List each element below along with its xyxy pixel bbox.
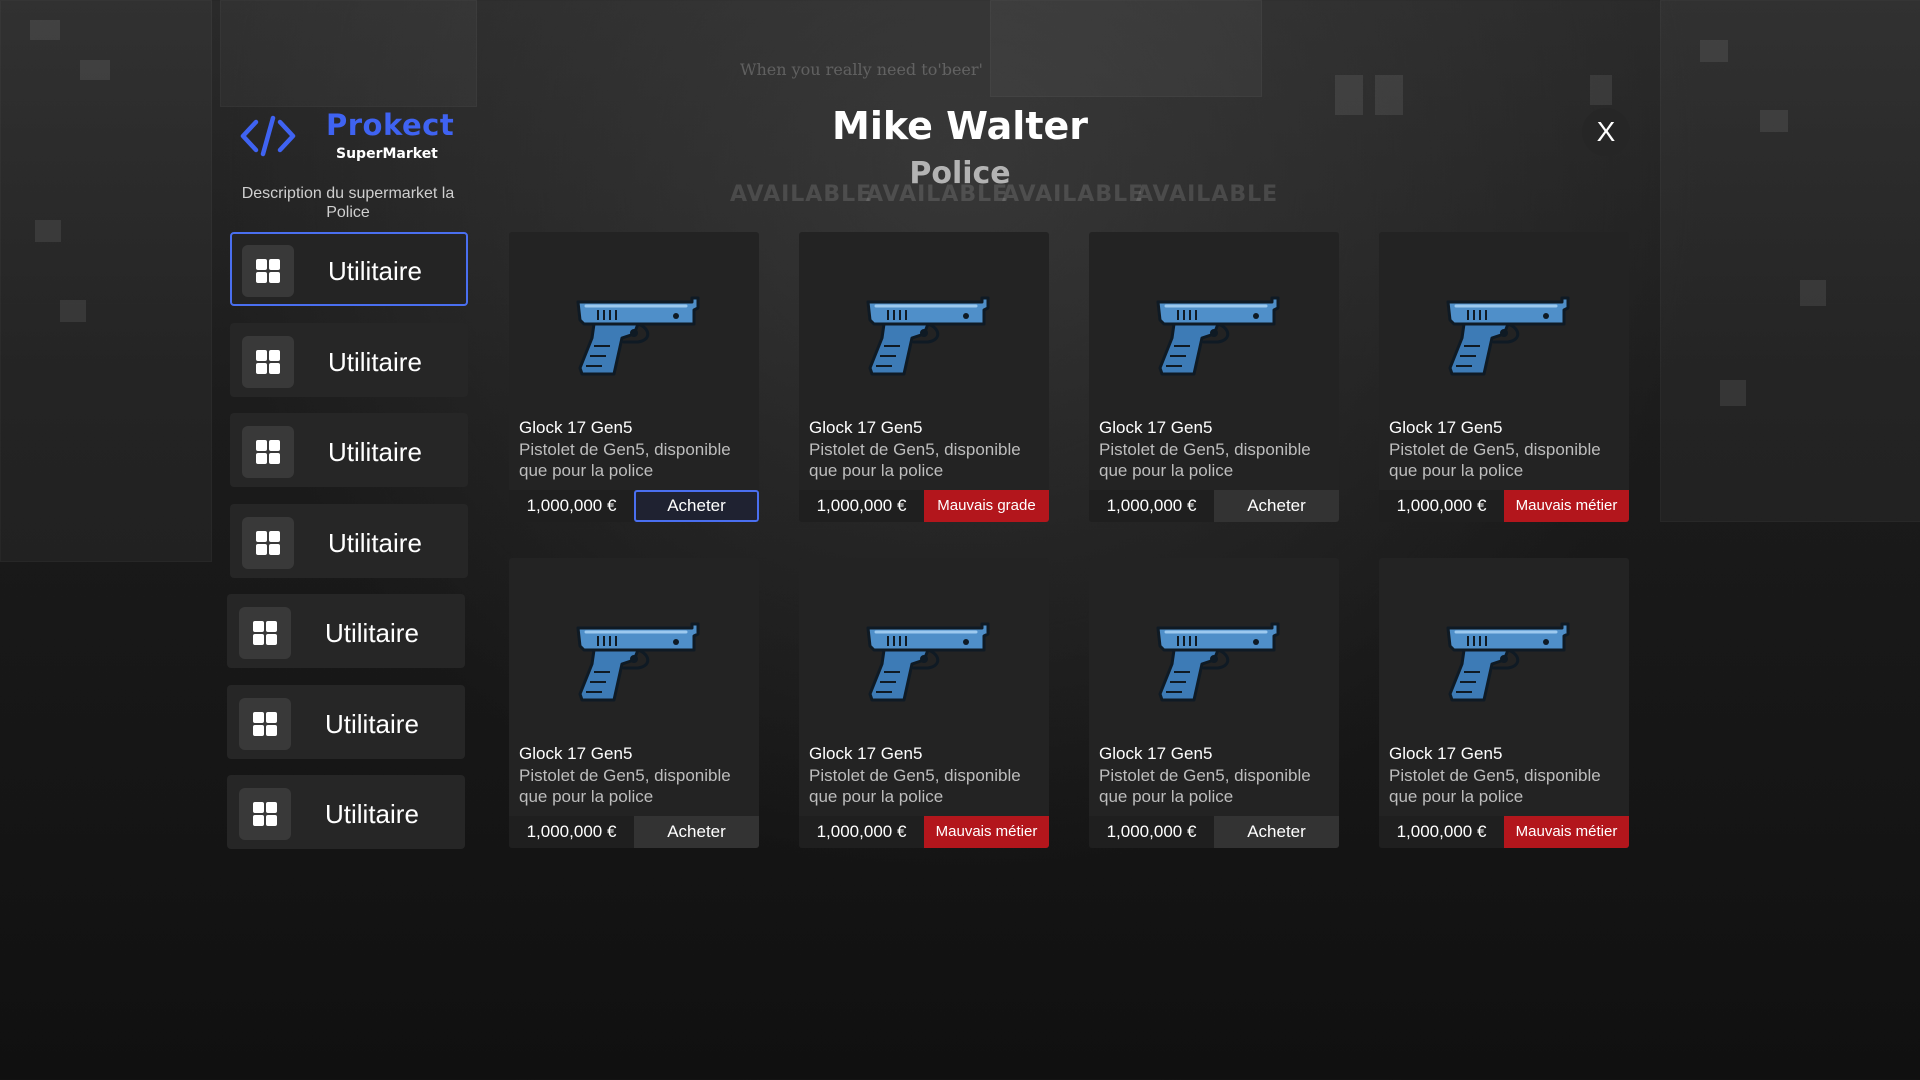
backdrop-tagline: When you really need to'beer' bbox=[740, 60, 983, 79]
product-price: 1,000,000 € bbox=[799, 490, 924, 522]
sidebar-item-utilitaire[interactable]: Utilitaire bbox=[227, 594, 465, 668]
player-name: Mike Walter bbox=[832, 104, 1088, 148]
sidebar-item-utilitaire[interactable]: Utilitaire bbox=[230, 232, 468, 306]
product-description: Pistolet de Gen5, disponible que pour la… bbox=[1389, 766, 1601, 806]
pistol-icon bbox=[1156, 296, 1280, 376]
product-card: Glock 17 Gen5 Pistolet de Gen5, disponibl… bbox=[1379, 558, 1629, 848]
product-title: Glock 17 Gen5 bbox=[519, 418, 633, 437]
product-footer: 1,000,000 € Acheter bbox=[1089, 816, 1339, 848]
product-card: Glock 17 Gen5 Pistolet de Gen5, disponibl… bbox=[509, 558, 759, 848]
pistol-icon bbox=[1446, 622, 1570, 702]
product-card: Glock 17 Gen5 Pistolet de Gen5, disponibl… bbox=[1379, 232, 1629, 522]
product-title: Glock 17 Gen5 bbox=[1099, 418, 1213, 437]
product-title: Glock 17 Gen5 bbox=[1389, 744, 1503, 763]
product-title: Glock 17 Gen5 bbox=[1099, 744, 1213, 763]
sidebar-item-utilitaire[interactable]: Utilitaire bbox=[230, 413, 468, 487]
buy-button[interactable]: Acheter bbox=[634, 490, 759, 522]
product-price: 1,000,000 € bbox=[509, 816, 634, 848]
sidebar-item-label: Utilitaire bbox=[328, 347, 422, 377]
sidebar-item-utilitaire[interactable]: Utilitaire bbox=[230, 323, 468, 397]
grid-icon bbox=[242, 245, 294, 297]
product-description: Pistolet de Gen5, disponible que pour la… bbox=[809, 766, 1021, 806]
sidebar-item-label: Utilitaire bbox=[328, 256, 422, 286]
sidebar-item-label: Utilitaire bbox=[325, 618, 419, 648]
brand-name: Prokect bbox=[326, 108, 455, 142]
sidebar-item-utilitaire[interactable]: Utilitaire bbox=[227, 775, 465, 849]
brand-logo: Prokect SuperMarket bbox=[240, 108, 454, 168]
grid-icon bbox=[242, 517, 294, 569]
brand-subtitle: SuperMarket bbox=[336, 146, 438, 162]
restriction-badge: Mauvais grade bbox=[924, 490, 1049, 522]
product-card: Glock 17 Gen5 Pistolet de Gen5, disponibl… bbox=[799, 558, 1049, 848]
product-description: Pistolet de Gen5, disponible que pour la… bbox=[1099, 440, 1311, 480]
product-price: 1,000,000 € bbox=[1089, 816, 1214, 848]
product-footer: 1,000,000 € Mauvais métier bbox=[1379, 816, 1629, 848]
product-title: Glock 17 Gen5 bbox=[519, 744, 633, 763]
product-description: Pistolet de Gen5, disponible que pour la… bbox=[1099, 766, 1311, 806]
product-footer: 1,000,000 € Mauvais métier bbox=[1379, 490, 1629, 522]
product-description: Pistolet de Gen5, disponible que pour la… bbox=[519, 766, 731, 806]
product-card: Glock 17 Gen5 Pistolet de Gen5, disponibl… bbox=[1089, 232, 1339, 522]
pistol-icon bbox=[1156, 622, 1280, 702]
product-price: 1,000,000 € bbox=[1379, 816, 1504, 848]
buy-button[interactable]: Acheter bbox=[1214, 816, 1339, 848]
product-price: 1,000,000 € bbox=[1089, 490, 1214, 522]
restriction-badge: Mauvais métier bbox=[924, 816, 1049, 848]
product-title: Glock 17 Gen5 bbox=[809, 418, 923, 437]
pistol-icon bbox=[866, 622, 990, 702]
product-card: Glock 17 Gen5 Pistolet de Gen5, disponibl… bbox=[1089, 558, 1339, 848]
pistol-icon bbox=[576, 622, 700, 702]
product-description: Pistolet de Gen5, disponible que pour la… bbox=[809, 440, 1021, 480]
product-grid: Glock 17 Gen5 Pistolet de Gen5, disponibl… bbox=[509, 232, 1630, 848]
product-footer: 1,000,000 € Acheter bbox=[1089, 490, 1339, 522]
product-price: 1,000,000 € bbox=[1379, 490, 1504, 522]
product-description: Pistolet de Gen5, disponible que pour la… bbox=[519, 440, 731, 480]
restriction-badge: Mauvais métier bbox=[1504, 490, 1629, 522]
product-footer: 1,000,000 € Acheter bbox=[509, 490, 759, 522]
product-price: 1,000,000 € bbox=[509, 490, 634, 522]
buy-button[interactable]: Acheter bbox=[1214, 490, 1339, 522]
product-card: Glock 17 Gen5 Pistolet de Gen5, disponibl… bbox=[509, 232, 759, 522]
sidebar-item-label: Utilitaire bbox=[328, 437, 422, 467]
grid-icon bbox=[239, 607, 291, 659]
sidebar-item-utilitaire[interactable]: Utilitaire bbox=[227, 685, 465, 759]
product-footer: 1,000,000 € Mauvais grade bbox=[799, 490, 1049, 522]
player-job: Police bbox=[909, 156, 1011, 191]
product-title: Glock 17 Gen5 bbox=[809, 744, 923, 763]
product-price: 1,000,000 € bbox=[799, 816, 924, 848]
restriction-badge: Mauvais métier bbox=[1504, 816, 1629, 848]
sidebar-item-utilitaire[interactable]: Utilitaire bbox=[230, 504, 468, 578]
product-card: Glock 17 Gen5 Pistolet de Gen5, disponibl… bbox=[799, 232, 1049, 522]
product-description: Pistolet de Gen5, disponible que pour la… bbox=[1389, 440, 1601, 480]
code-brackets-icon bbox=[240, 115, 296, 157]
sidebar-item-label: Utilitaire bbox=[325, 709, 419, 739]
grid-icon bbox=[239, 788, 291, 840]
sidebar-item-label: Utilitaire bbox=[325, 799, 419, 829]
store-description: Description du supermarket la Police bbox=[241, 185, 455, 221]
product-footer: 1,000,000 € Acheter bbox=[509, 816, 759, 848]
grid-icon bbox=[242, 426, 294, 478]
close-button[interactable]: X bbox=[1582, 108, 1630, 156]
product-footer: 1,000,000 € Mauvais métier bbox=[799, 816, 1049, 848]
pistol-icon bbox=[576, 296, 700, 376]
sidebar-item-label: Utilitaire bbox=[328, 528, 422, 558]
product-title: Glock 17 Gen5 bbox=[1389, 418, 1503, 437]
pistol-icon bbox=[1446, 296, 1570, 376]
pistol-icon bbox=[866, 296, 990, 376]
grid-icon bbox=[239, 698, 291, 750]
buy-button[interactable]: Acheter bbox=[634, 816, 759, 848]
grid-icon bbox=[242, 336, 294, 388]
